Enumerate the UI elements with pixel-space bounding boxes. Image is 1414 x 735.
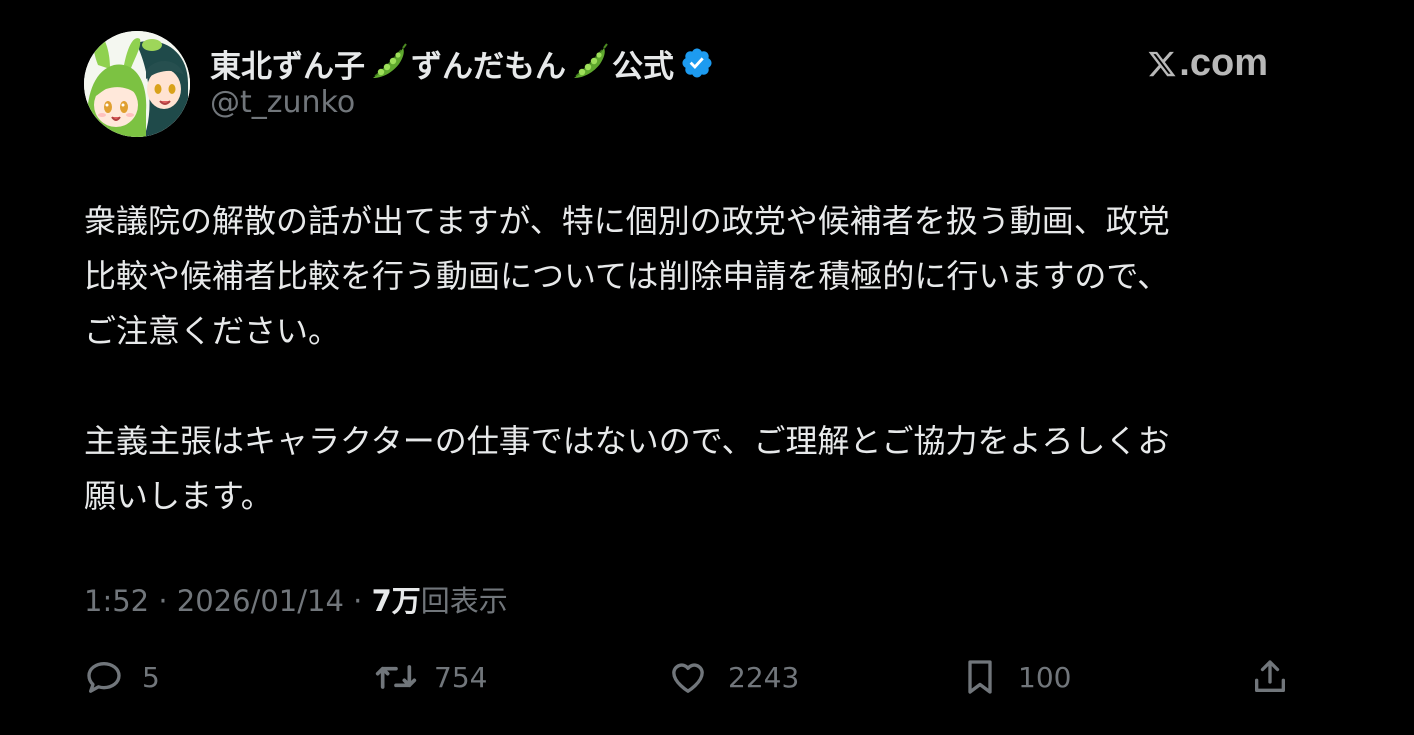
tweet-text: 衆議院の解散の話が出てますが、特に個別の政党や候補者を扱う動画、政党 比較や候補… <box>84 194 1314 524</box>
action-bar: 5 754 2243 100 <box>84 652 1294 702</box>
post-date[interactable]: 2026/01/14 <box>177 584 344 618</box>
like-button[interactable]: 2243 <box>668 652 799 702</box>
meta-separator: · <box>149 584 177 618</box>
views-label: 回表示 <box>420 584 508 618</box>
reply-icon <box>87 662 121 693</box>
author-handle[interactable]: @t_zunko <box>210 85 355 120</box>
avatar[interactable] <box>84 31 190 137</box>
meta-separator: · <box>343 584 372 618</box>
reply-button[interactable]: 5 <box>84 652 160 702</box>
tweet-meta: 1:52 · 2026/01/14 · 7万回表示 <box>84 578 508 620</box>
repost-count: 754 <box>434 660 488 694</box>
author-name-part: ずんだもん <box>411 48 566 85</box>
bookmark-icon <box>968 660 992 694</box>
brand-domain: .com <box>1179 42 1268 84</box>
brand-logo: .com <box>1147 42 1268 85</box>
author-name[interactable]: 東北ずん子 ずんだもん 公式 <box>210 40 714 86</box>
text-line: 主義主張はキャラクターの仕事ではないので、ご理解とご協力をよろしくお <box>84 422 1170 460</box>
views-count: 7万 <box>371 584 421 618</box>
bookmark-count: 100 <box>1018 660 1072 694</box>
tweet-paragraph: 衆議院の解散の話が出てますが、特に個別の政党や候補者を扱う動画、政党 比較や候補… <box>84 194 1314 359</box>
tweet-paragraph: 主義主張はキャラクターの仕事ではないので、ご理解とご協力をよろしくお 願いします… <box>84 414 1314 524</box>
verified-badge-icon <box>682 48 712 78</box>
text-line: 衆議院の解散の話が出てますが、特に個別の政党や候補者を扱う動画、政党 <box>84 202 1170 240</box>
repost-icon <box>375 665 417 689</box>
reply-count: 5 <box>142 660 160 694</box>
post-time[interactable]: 1:52 <box>84 584 149 618</box>
like-count: 2243 <box>728 660 800 694</box>
share-button[interactable] <box>1250 652 1290 702</box>
bookmark-button[interactable]: 100 <box>960 652 1071 702</box>
pea-pod-icon <box>574 43 608 78</box>
x-logo-icon <box>1148 51 1176 76</box>
text-line: 願いします。 <box>84 477 273 515</box>
pea-pod-icon <box>373 43 407 78</box>
repost-button[interactable]: 754 <box>374 652 487 702</box>
share-icon <box>1255 660 1285 692</box>
avatar-image <box>84 31 190 137</box>
author-name-part: 公式 <box>612 48 674 85</box>
text-line: 比較や候補者比較を行う動画については削除申請を積極的に行いますので、 <box>84 257 1170 295</box>
heart-icon <box>672 663 704 693</box>
text-line: ご注意ください。 <box>84 312 341 350</box>
author-name-part: 東北ずん子 <box>210 48 365 85</box>
tweet-card: 東北ずん子 ずんだもん 公式 @t_zunko .com 衆議院の解散の話が出て… <box>0 0 1414 735</box>
